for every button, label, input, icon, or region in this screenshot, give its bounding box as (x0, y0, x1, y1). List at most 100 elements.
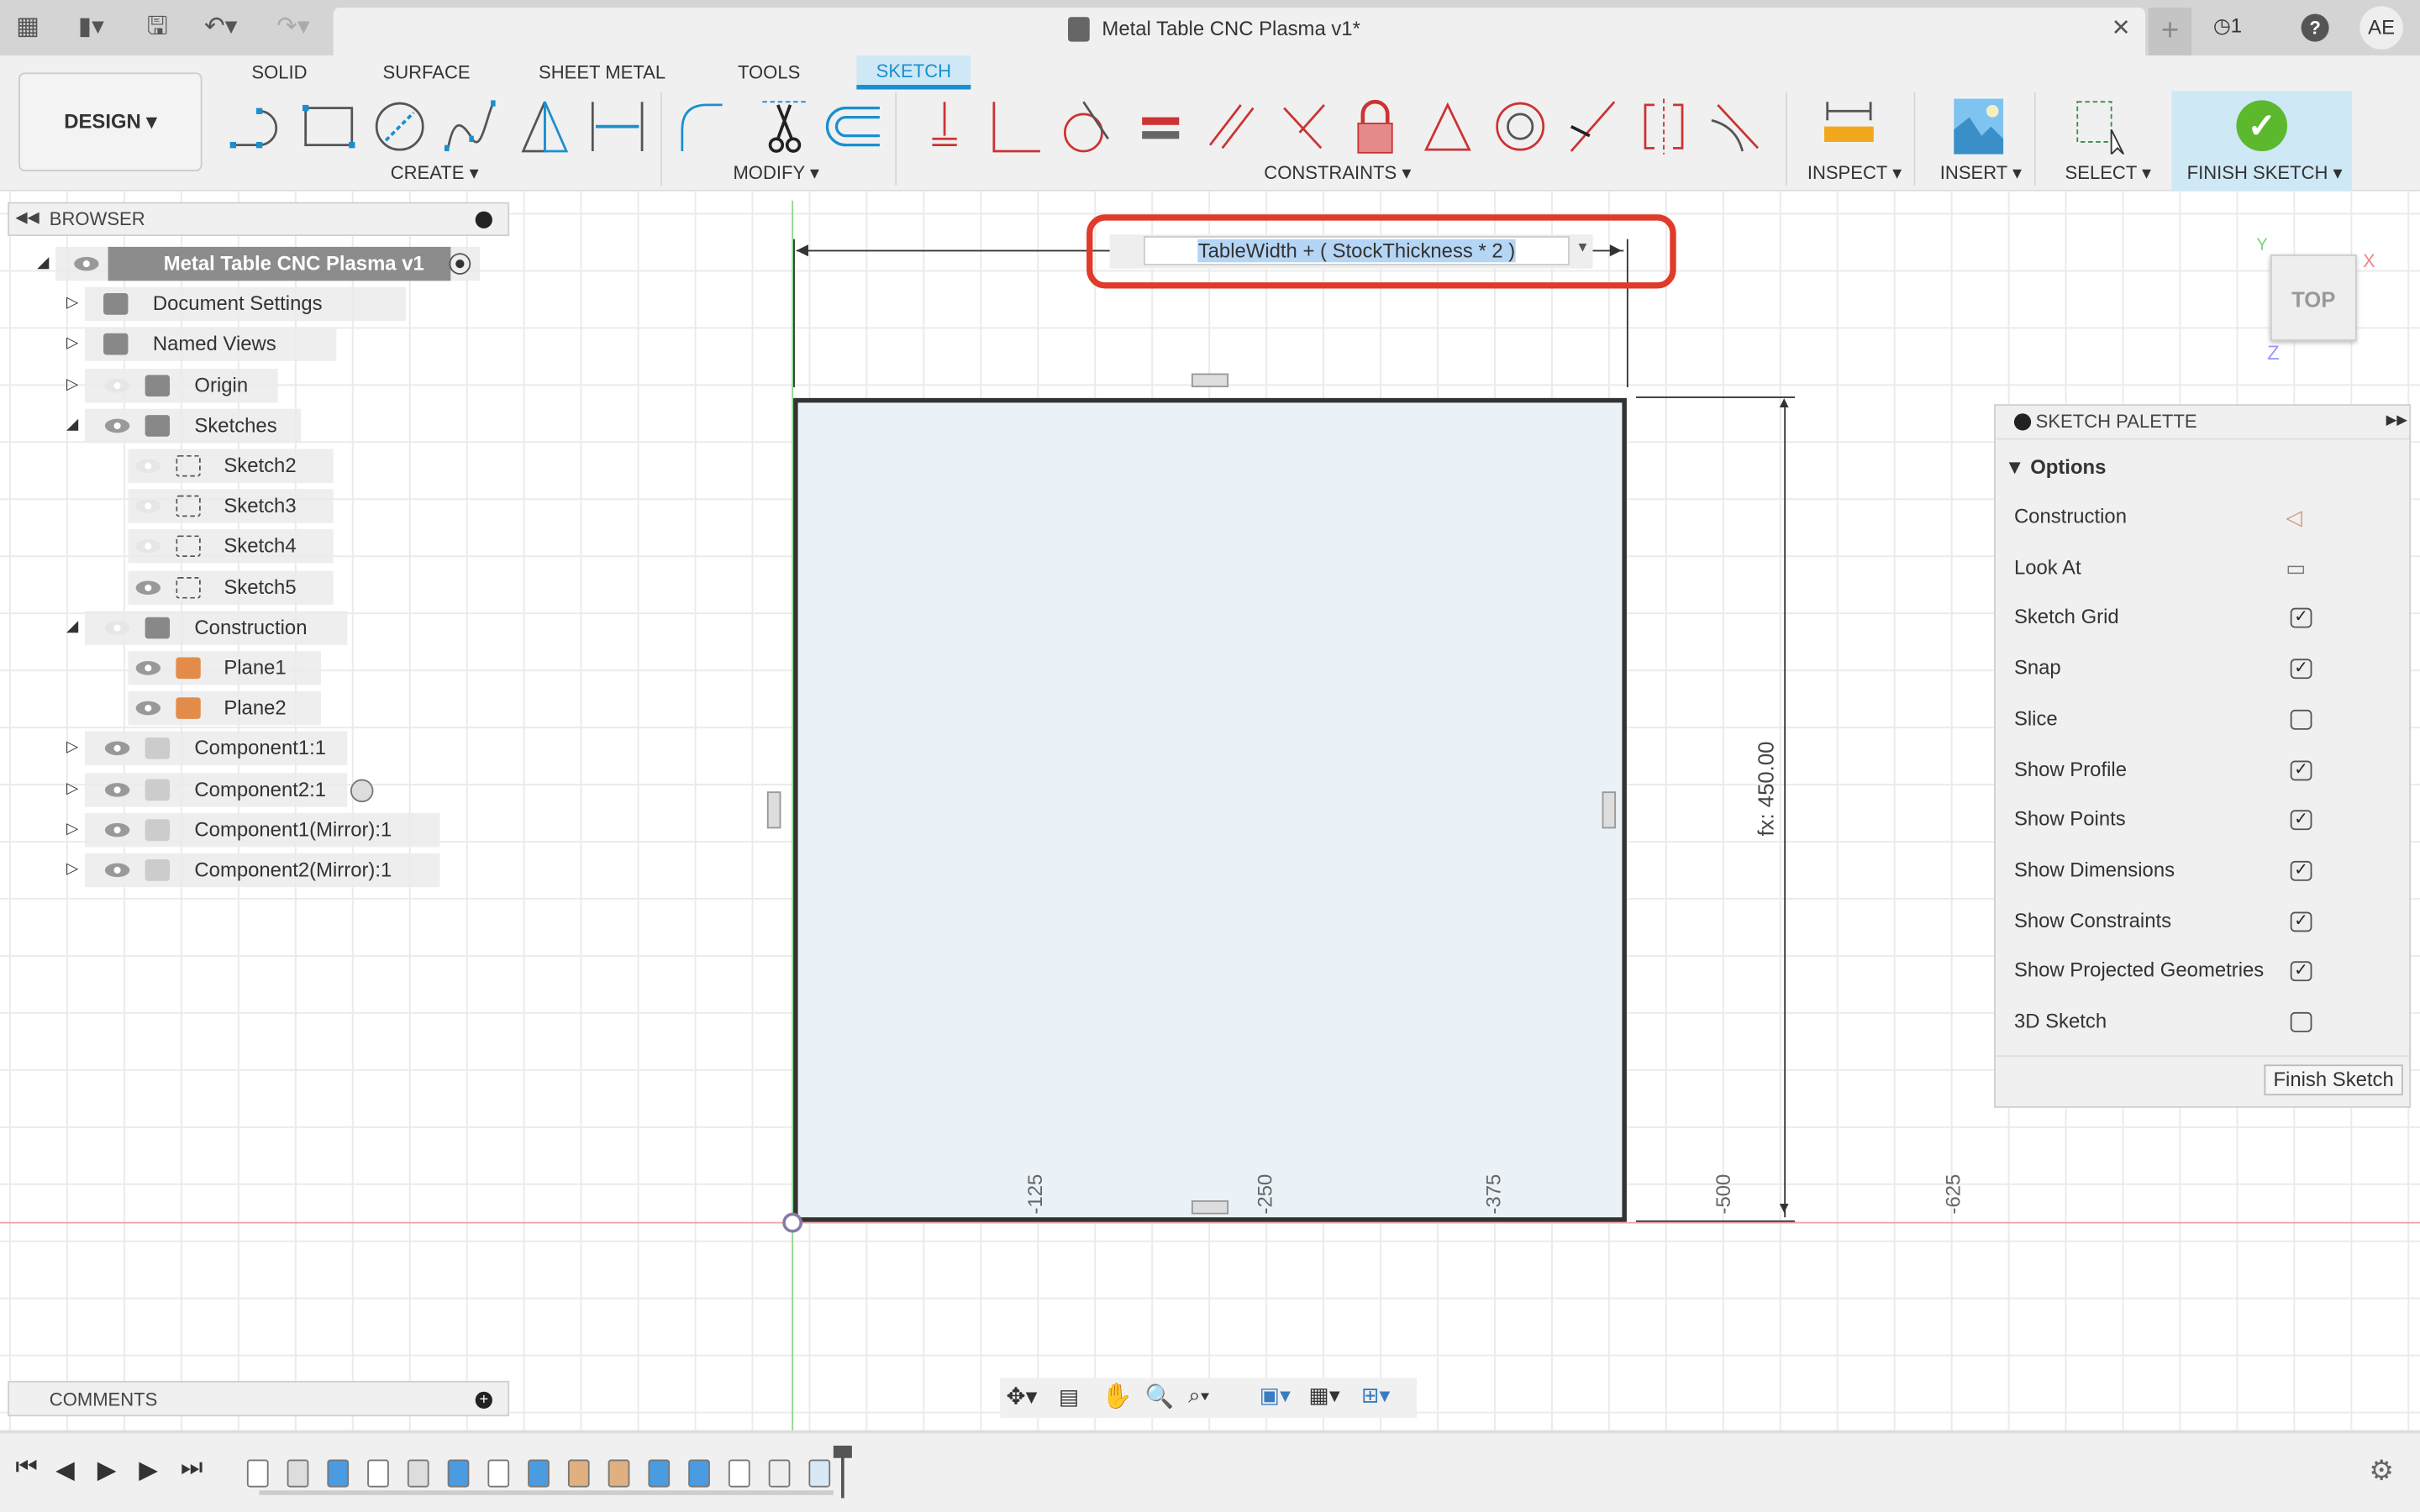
browser-item[interactable]: ▷ Document Settings (0, 286, 509, 322)
viewports-icon[interactable]: ⊞▾ (1361, 1383, 1390, 1409)
expand-icon[interactable]: ▶▶ (2386, 412, 2407, 428)
measure-icon[interactable] (1818, 99, 1880, 155)
workspace-switcher[interactable]: DESIGN ▾ (18, 72, 203, 171)
expand-icon[interactable]: ▷ (66, 328, 78, 361)
collapse-panel-icon[interactable]: ◀◀ (15, 203, 39, 234)
perpendicular-lines-icon[interactable] (1271, 99, 1333, 155)
visibility-icon[interactable] (103, 822, 131, 837)
visibility-icon[interactable] (103, 781, 131, 796)
browser-item[interactable]: ▷ Component2(Mirror):1 (0, 853, 509, 888)
constraint-glyph-icon[interactable] (766, 791, 781, 829)
visibility-icon[interactable] (103, 417, 131, 433)
minimize-icon[interactable] (2013, 413, 2032, 431)
palette-checkbox[interactable]: ✓ (2290, 860, 2312, 881)
constraint-glyph-icon[interactable] (1191, 1200, 1229, 1215)
help-icon[interactable]: ? (2301, 13, 2329, 42)
tab-sketch[interactable]: SKETCH (856, 55, 971, 90)
tab-solid[interactable]: SOLID (251, 61, 307, 83)
timeline-feature-icon[interactable] (768, 1459, 791, 1488)
go-to-end-icon[interactable]: ⏭ (181, 1455, 203, 1483)
finish-sketch-button[interactable]: ✓ FINISH SKETCH ▾ (2171, 91, 2353, 192)
circle-tool-icon[interactable] (369, 99, 430, 155)
timeline-feature-icon[interactable] (287, 1459, 309, 1488)
expand-icon[interactable]: ▷ (66, 853, 78, 887)
browser-item[interactable]: Sketch3 (0, 489, 509, 523)
step-forward-icon[interactable]: ▶ (139, 1455, 158, 1486)
user-avatar[interactable]: AE (2360, 6, 2403, 50)
modify-menu[interactable]: MODIFY ▾ (733, 162, 819, 184)
concentric-constraint-icon[interactable] (1489, 99, 1550, 155)
equal-constraint-icon[interactable] (1129, 99, 1191, 155)
browser-item[interactable]: ▷ Origin (0, 368, 509, 402)
construction-toggle-icon[interactable]: ◁ (2286, 505, 2302, 531)
browser-item[interactable]: ◢ Construction (0, 610, 509, 645)
timeline-feature-icon[interactable] (808, 1459, 831, 1488)
timeline-feature-icon[interactable] (567, 1459, 590, 1488)
expand-icon[interactable]: ▷ (66, 772, 78, 806)
browser-item[interactable]: ▷ Component2:1 (0, 772, 509, 806)
browser-item[interactable]: Sketch2 (0, 449, 509, 483)
palette-checkbox[interactable]: ✓ (2290, 911, 2312, 932)
palette-checkbox[interactable]: ✓ (2290, 608, 2312, 629)
palette-checkbox[interactable]: ✓ (2290, 659, 2312, 680)
file-menu-icon[interactable]: ▮▾ (68, 13, 114, 44)
visibility-icon[interactable] (134, 580, 162, 595)
collinear-constraint-icon[interactable] (1562, 99, 1623, 155)
zoom-icon[interactable]: 🔍 (1145, 1383, 1174, 1410)
inspect-menu[interactable]: INSPECT ▾ (1807, 162, 1902, 184)
apps-grid-icon[interactable]: ▦ (13, 13, 44, 44)
document-tab[interactable]: Metal Table CNC Plasma v1* ✕ (333, 8, 2146, 56)
pan-icon[interactable]: ✋ (1102, 1381, 1133, 1412)
palette-checkbox[interactable]: ✓ (2290, 810, 2312, 831)
create-menu[interactable]: CREATE ▾ (391, 162, 479, 184)
palette-checkbox[interactable] (2290, 709, 2312, 730)
browser-item[interactable]: Sketch5 (0, 570, 509, 605)
visibility-icon[interactable] (103, 741, 131, 756)
activate-radio[interactable] (350, 778, 374, 802)
palette-checkbox[interactable]: ✓ (2290, 759, 2312, 780)
add-comment-icon[interactable]: + (475, 1391, 492, 1409)
insert-image-icon[interactable] (1948, 98, 2009, 155)
collapse-icon[interactable]: ◢ (37, 247, 49, 281)
coincident-constraint-icon[interactable] (913, 99, 975, 155)
viewcube[interactable]: TOP (2270, 255, 2357, 341)
redo-icon[interactable]: ↷▾ (266, 13, 321, 44)
browser-item[interactable]: Plane1 (0, 651, 509, 685)
save-icon[interactable]: 🖫 (142, 13, 173, 44)
browser-item[interactable]: Plane2 (0, 691, 509, 726)
tab-sheet-metal[interactable]: SHEET METAL (539, 61, 666, 83)
constraint-glyph-icon[interactable] (1602, 791, 1617, 829)
tab-tools[interactable]: TOOLS (738, 61, 800, 83)
browser-item[interactable]: ◢ Sketches (0, 408, 509, 443)
options-section[interactable]: ▼ Options (2005, 455, 2106, 479)
browser-item[interactable]: ▷ Named Views (0, 328, 509, 362)
timeline-feature-icon[interactable] (528, 1459, 550, 1488)
grid-settings-icon[interactable]: ▦▾ (1309, 1383, 1340, 1409)
palette-checkbox[interactable] (2290, 1011, 2312, 1032)
timeline-feature-icon[interactable] (487, 1459, 510, 1488)
timeline-feature-icon[interactable] (407, 1459, 429, 1488)
timeline-feature-icon[interactable] (327, 1459, 350, 1488)
expand-icon[interactable]: ▷ (66, 813, 78, 847)
rectangle-tool-icon[interactable] (297, 99, 359, 155)
offset-tool-icon[interactable] (824, 99, 886, 155)
select-menu[interactable]: SELECT ▾ (2065, 162, 2152, 184)
dimension-tool-icon[interactable] (587, 99, 648, 155)
visibility-off-icon[interactable] (134, 459, 162, 474)
spline-tool-icon[interactable] (441, 99, 502, 155)
fit-icon[interactable]: ⌕▾ (1188, 1383, 1209, 1409)
browser-item[interactable]: ▷ Component1:1 (0, 732, 509, 766)
browser-item[interactable]: ▷ Component1(Mirror):1 (0, 812, 509, 847)
perpendicular-constraint-icon[interactable] (985, 99, 1046, 155)
timeline-marker-handle[interactable] (833, 1446, 852, 1458)
parallel-constraint-icon[interactable] (1201, 99, 1262, 155)
select-icon[interactable] (2068, 99, 2129, 155)
browser-item[interactable]: Sketch4 (0, 529, 509, 564)
look-at-icon[interactable]: ▭ (2286, 555, 2306, 581)
trim-tool-icon[interactable] (753, 99, 814, 155)
palette-checkbox[interactable]: ✓ (2290, 961, 2312, 982)
activate-radio[interactable] (449, 253, 471, 275)
finish-sketch-palette-button[interactable]: Finish Sketch (2264, 1064, 2403, 1096)
curvature-constraint-icon[interactable] (1706, 99, 1767, 155)
timeline-feature-icon[interactable] (688, 1459, 710, 1488)
